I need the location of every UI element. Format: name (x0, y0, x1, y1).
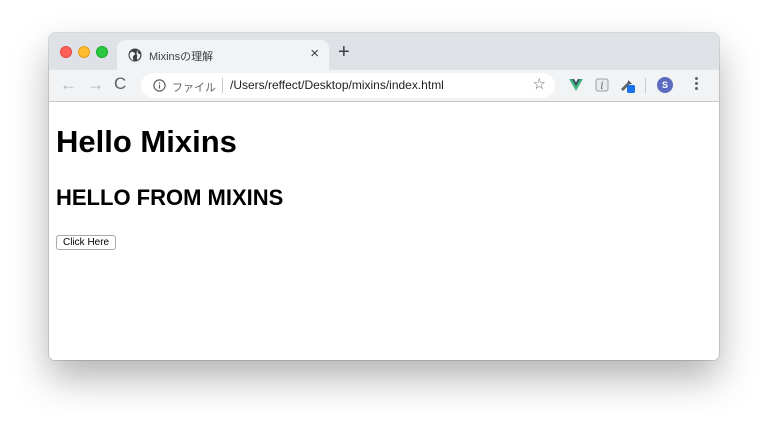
tab-close-icon[interactable]: × (310, 46, 319, 62)
desktop-background: Mixinsの理解 × + ← → C ファイル /Users/reffect/… (0, 0, 768, 425)
browser-toolbar: ← → C ファイル /Users/reffect/Desktop/mixins… (49, 70, 719, 102)
page-content: Hello Mixins HELLO FROM MIXINS Click Her… (49, 102, 719, 360)
url-text[interactable]: /Users/reffect/Desktop/mixins/index.html (230, 78, 444, 92)
back-button[interactable]: ← (60, 76, 77, 94)
forward-button[interactable]: → (87, 76, 104, 94)
info-extension-icon[interactable]: i (594, 77, 610, 93)
reload-button[interactable]: C (114, 75, 126, 93)
info-icon[interactable] (153, 79, 166, 92)
address-bar[interactable]: ファイル /Users/reffect/Desktop/mixins/index… (141, 73, 555, 98)
globe-icon (128, 48, 142, 62)
scheme-label: ファイル (172, 82, 216, 94)
page-subheading: HELLO FROM MIXINS (56, 185, 284, 210)
address-separator (222, 78, 223, 93)
new-tab-button[interactable]: + (338, 42, 350, 62)
window-close-button[interactable] (60, 46, 72, 58)
window-maximize-button[interactable] (96, 46, 108, 58)
bookmark-star-icon[interactable]: ☆ (533, 77, 546, 93)
browser-window: Mixinsの理解 × + ← → C ファイル /Users/reffect/… (49, 33, 719, 360)
profile-avatar[interactable]: S (657, 77, 673, 93)
window-minimize-button[interactable] (78, 46, 90, 58)
vue-devtools-icon[interactable] (568, 77, 584, 93)
browser-tab[interactable]: Mixinsの理解 × (117, 40, 329, 70)
tab-strip: Mixinsの理解 × + (49, 33, 719, 70)
toolbar-separator (645, 78, 646, 93)
page-heading: Hello Mixins (56, 124, 237, 159)
click-here-button[interactable]: Click Here (56, 235, 117, 250)
tab-title: Mixinsの理解 (149, 51, 214, 63)
svg-text:i: i (600, 81, 603, 92)
more-menu-icon[interactable] (694, 77, 698, 93)
eyedropper-extension-icon[interactable] (619, 77, 635, 93)
